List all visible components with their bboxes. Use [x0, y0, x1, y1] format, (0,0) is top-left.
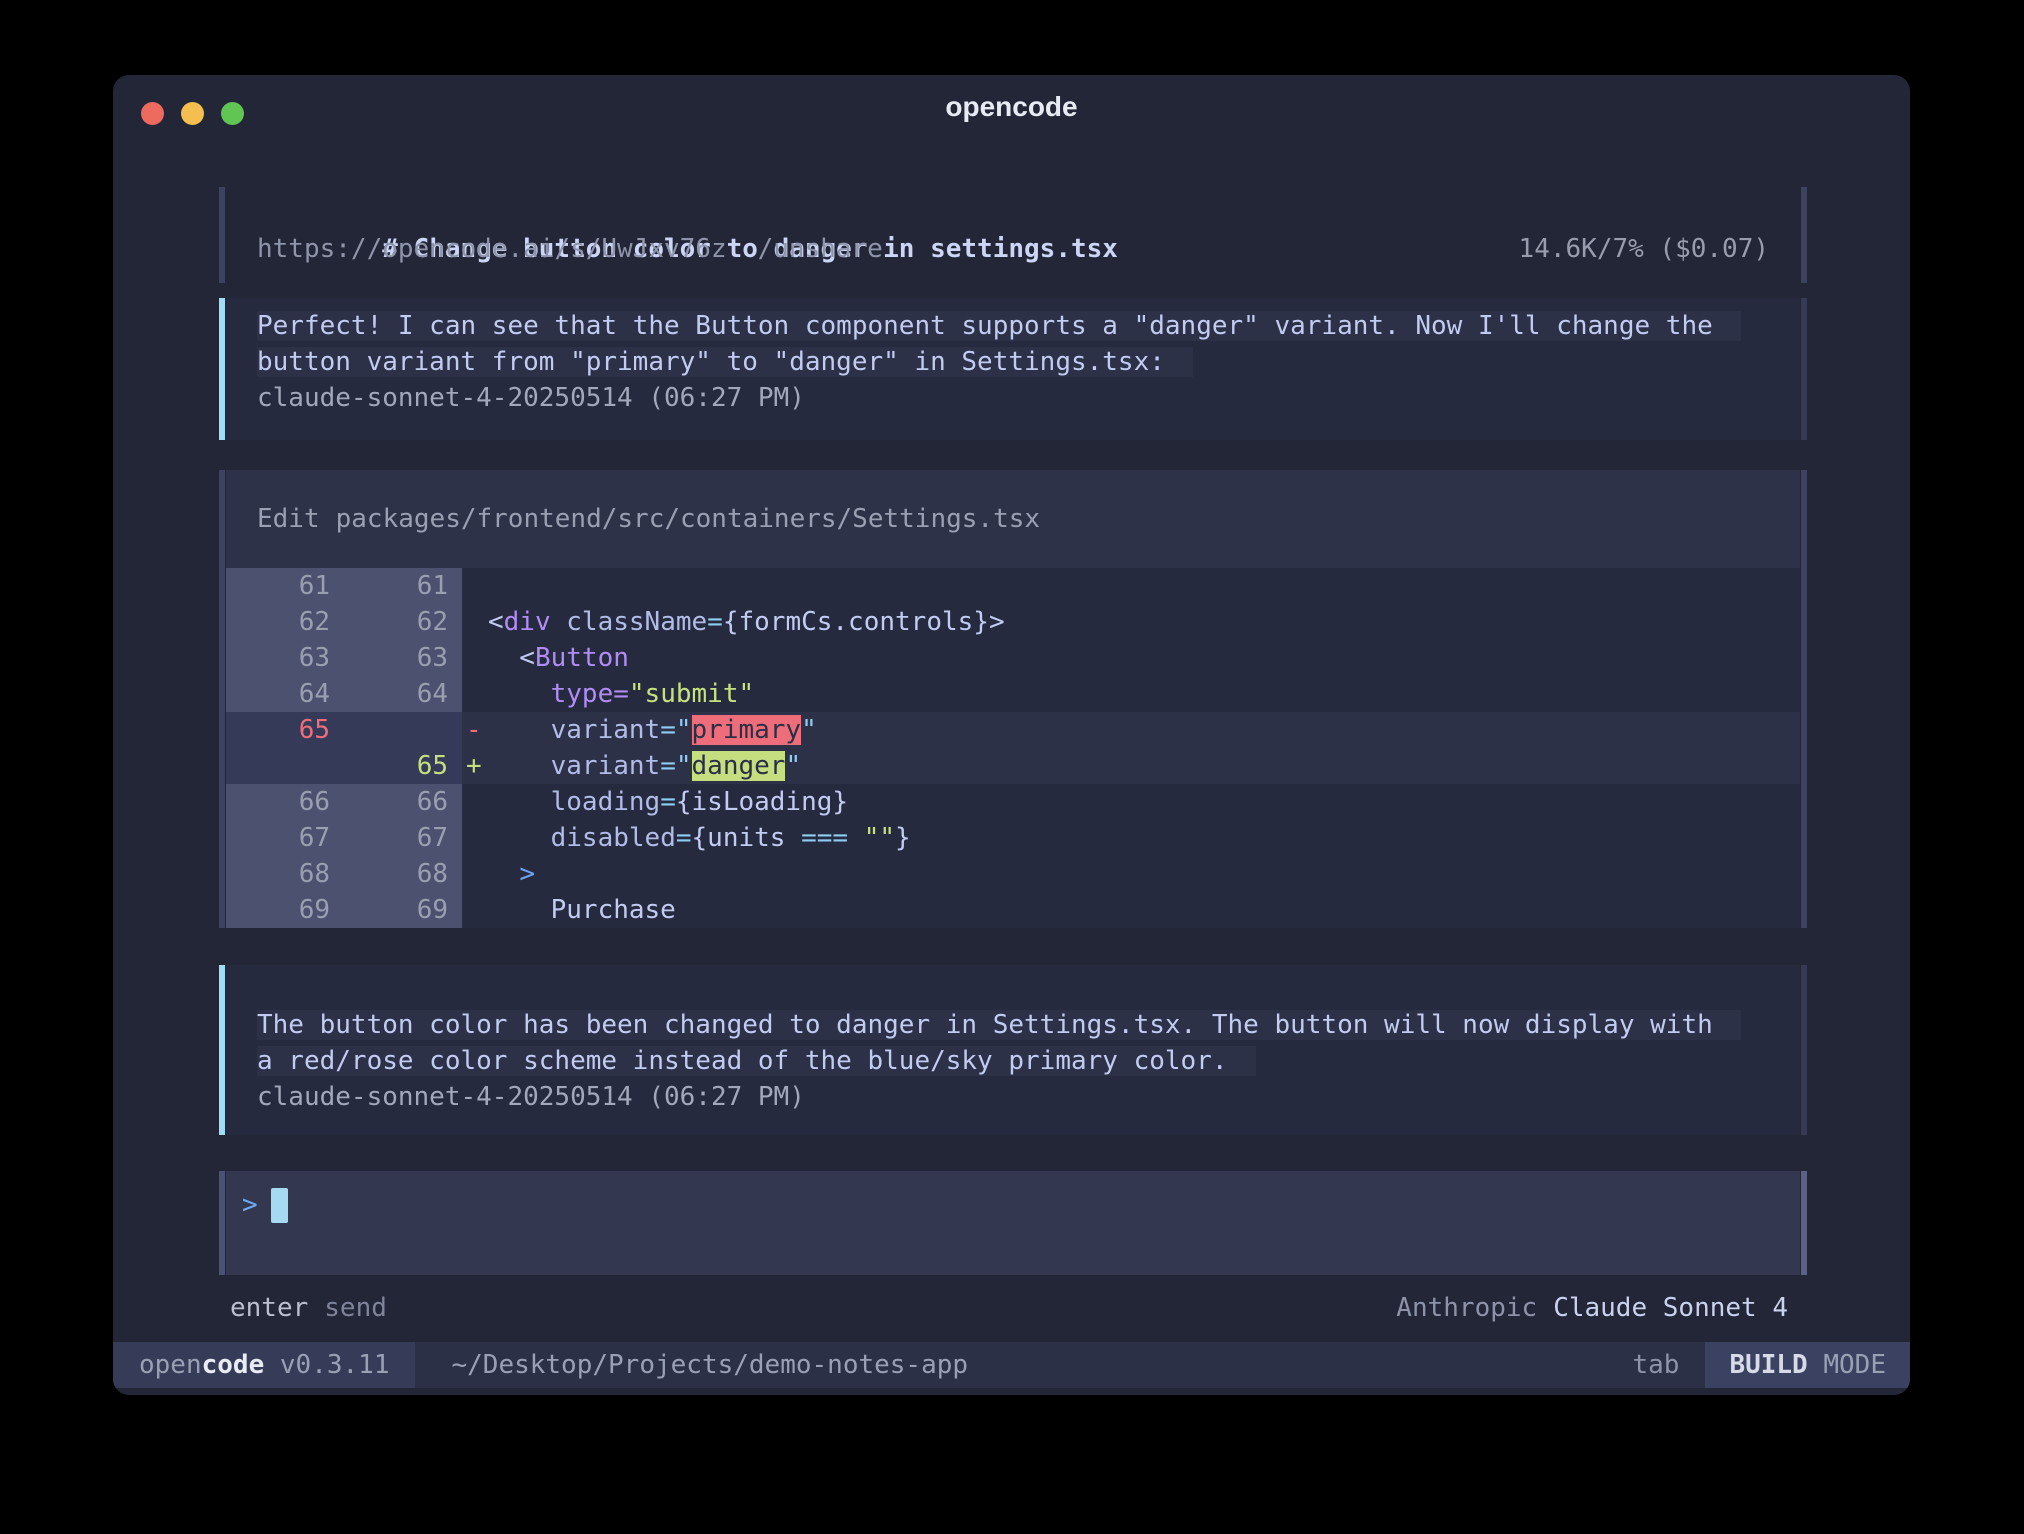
message-model-timestamp: claude-sonnet-4-20250514 (06:27 PM)	[226, 380, 1800, 416]
diff-old-lineno: 66	[226, 784, 344, 820]
diff-code-line	[488, 568, 1800, 604]
diff-row: 6666 loading={isLoading}	[226, 784, 1800, 820]
diff-new-lineno	[344, 712, 462, 748]
app-name-open: open	[139, 1350, 202, 1380]
diff-row: 6767 disabled={units === ""}	[226, 820, 1800, 856]
diff-marker	[462, 820, 488, 856]
app-version-badge: opencode v0.3.11	[113, 1342, 415, 1388]
diff-marker	[462, 784, 488, 820]
message-accent-border	[219, 298, 225, 440]
message-right-border	[1801, 965, 1807, 1135]
message-body: Perfect! I can see that the Button compo…	[226, 298, 1800, 440]
edit-card-header: Edit packages/frontend/src/containers/Se…	[226, 470, 1800, 568]
diff-row: 6161	[226, 568, 1800, 604]
prompt-input[interactable]: >	[226, 1171, 1800, 1275]
edit-card: Edit packages/frontend/src/containers/Se…	[219, 470, 1807, 928]
message-block: Perfect! I can see that the Button compo…	[219, 298, 1807, 440]
diff-marker	[462, 892, 488, 928]
diff-marker: -	[462, 712, 488, 748]
edit-file-path: packages/frontend/src/containers/Setting…	[336, 504, 1040, 534]
message-body: The button color has been changed to dan…	[226, 965, 1800, 1135]
input-right-border	[1801, 1171, 1807, 1275]
diff-row: 65 - variant="primary"	[226, 712, 1800, 748]
edit-card-right-border	[1801, 470, 1807, 928]
hints-row: enter send Anthropic Claude Sonnet 4	[230, 1290, 1788, 1326]
diff-marker	[462, 676, 488, 712]
diff-code-line: Purchase	[488, 892, 1800, 928]
diff-code-line: >	[488, 856, 1800, 892]
diff-row: 6464 type="submit"	[226, 676, 1800, 712]
diff-new-lineno: 68	[344, 856, 462, 892]
diff-old-lineno: 68	[226, 856, 344, 892]
diff-new-lineno: 67	[344, 820, 462, 856]
diff-marker	[462, 568, 488, 604]
diff-code-line: variant="primary"	[488, 712, 1800, 748]
tab-key-hint: tab	[1632, 1342, 1679, 1388]
prompt-chevron: >	[242, 1187, 258, 1221]
diff-row: 6868 >	[226, 856, 1800, 892]
app-name-code: code	[202, 1350, 265, 1380]
message-line: button variant from "primary" to "danger…	[226, 344, 1800, 380]
hint-enter-action: send	[324, 1290, 387, 1326]
diff-old-lineno: 61	[226, 568, 344, 604]
message-line: Perfect! I can see that the Button compo…	[226, 308, 1800, 344]
diff-new-lineno: 64	[344, 676, 462, 712]
model-provider: Anthropic	[1396, 1290, 1537, 1326]
session-header: # Change button color to danger in setti…	[219, 187, 1807, 283]
diff-code-line: <div className={formCs.controls}>	[488, 604, 1800, 640]
message-block: The button color has been changed to dan…	[219, 965, 1807, 1135]
session-share-url[interactable]: https://opencode.ai/s/UwJxv76z	[257, 231, 727, 267]
text-cursor	[271, 1188, 288, 1223]
diff-new-lineno: 69	[344, 892, 462, 928]
diff-code-line: loading={isLoading}	[488, 784, 1800, 820]
message-model-timestamp: claude-sonnet-4-20250514 (06:27 PM)	[226, 1079, 1800, 1115]
diff-marker	[462, 856, 488, 892]
cwd-path: ~/Desktop/Projects/demo-notes-app	[451, 1342, 968, 1388]
diff-old-lineno: 69	[226, 892, 344, 928]
model-name: Claude Sonnet 4	[1553, 1290, 1788, 1326]
diff-code-line: type="submit"	[488, 676, 1800, 712]
input-left-border	[219, 1171, 225, 1275]
token-usage-stats: 14.6K/7% ($0.07)	[1519, 231, 1769, 267]
diff-new-lineno: 63	[344, 640, 462, 676]
diff-old-lineno: 65	[226, 712, 344, 748]
unshare-command[interactable]: /unshare	[758, 231, 883, 267]
app-version: v0.3.11	[264, 1350, 389, 1380]
diff-row: 6363 <Button	[226, 640, 1800, 676]
message-line: The button color has been changed to dan…	[226, 1007, 1800, 1043]
prompt-input-block: >	[219, 1171, 1807, 1275]
diff-table: 61616262 <div className={formCs.controls}…	[226, 568, 1800, 928]
diff-marker	[462, 604, 488, 640]
diff-new-lineno: 65	[344, 748, 462, 784]
diff-row: 65+ variant="danger"	[226, 748, 1800, 784]
diff-row: 6969 Purchase	[226, 892, 1800, 928]
diff-old-lineno: 64	[226, 676, 344, 712]
message-line: a red/rose color scheme instead of the b…	[226, 1043, 1800, 1079]
message-accent-border	[219, 965, 225, 1135]
window-title: opencode	[113, 91, 1910, 123]
diff-marker	[462, 640, 488, 676]
app-window: opencode # Change button color to danger…	[113, 75, 1910, 1395]
message-right-border	[1801, 298, 1807, 440]
mode-badge: BUILD MODE	[1705, 1342, 1910, 1388]
diff-code-line: <Button	[488, 640, 1800, 676]
diff-old-lineno	[226, 748, 344, 784]
diff-new-lineno: 62	[344, 604, 462, 640]
hint-enter-key: enter	[230, 1290, 308, 1326]
diff-old-lineno: 63	[226, 640, 344, 676]
statusbar: opencode v0.3.11 ~/Desktop/Projects/demo…	[113, 1342, 1910, 1388]
diff-new-lineno: 66	[344, 784, 462, 820]
diff-old-lineno: 67	[226, 820, 344, 856]
diff-old-lineno: 62	[226, 604, 344, 640]
edit-tool-label: Edit	[257, 504, 320, 534]
diff-row: 6262 <div className={formCs.controls}>	[226, 604, 1800, 640]
header-left-border	[219, 187, 225, 283]
titlebar: opencode	[113, 75, 1910, 137]
diff-marker: +	[462, 748, 488, 784]
header-right-border	[1801, 187, 1807, 283]
diff-code-line: variant="danger"	[488, 748, 1800, 784]
edit-card-left-border	[219, 470, 225, 928]
diff-code-line: disabled={units === ""}	[488, 820, 1800, 856]
diff-new-lineno: 61	[344, 568, 462, 604]
